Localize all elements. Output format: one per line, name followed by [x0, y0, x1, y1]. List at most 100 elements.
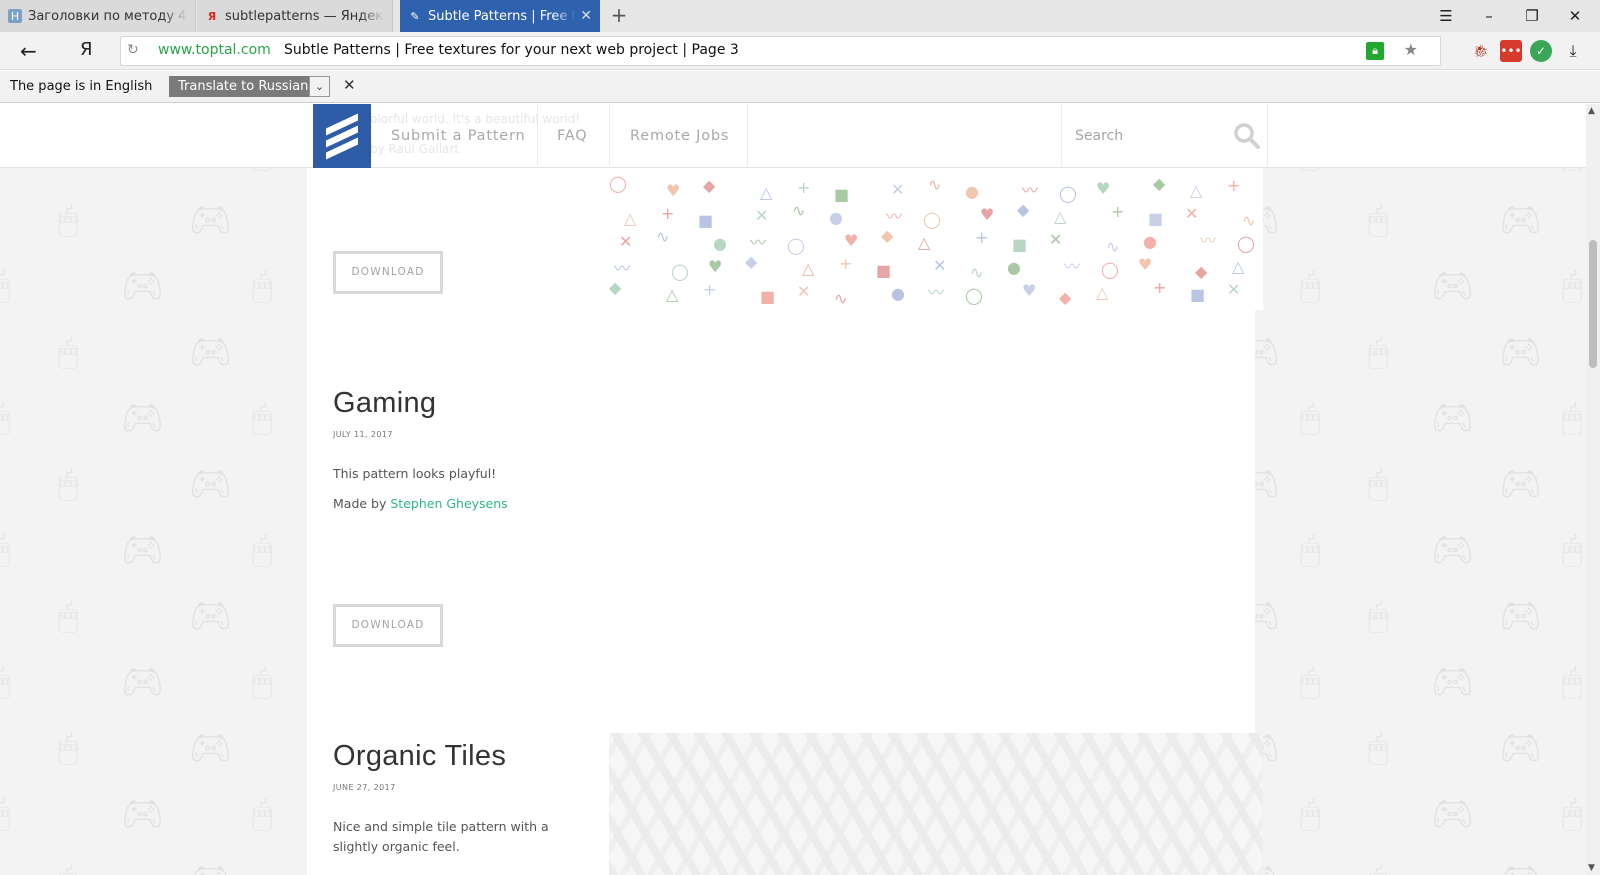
- confetti-shape: ◯: [923, 210, 941, 229]
- confetti-shape: ●: [713, 234, 727, 253]
- gamepad-pattern-glyph: 🎮︎: [189, 464, 233, 504]
- gamepad-pattern-glyph: 🎮︎: [1499, 200, 1543, 240]
- confetti-shape: 〰: [886, 207, 903, 226]
- tab-title: Заголовки по методу 4U:: [28, 8, 187, 24]
- gamepad-pattern-glyph: 🖱︎: [1368, 596, 1389, 636]
- post-organic-tiles: Organic Tiles JUNE 27, 2017 Nice and sim…: [333, 740, 573, 857]
- yandex-home-icon[interactable]: Я: [80, 39, 93, 60]
- confetti-shape: △: [1190, 181, 1203, 200]
- made-by-label: Made by: [333, 496, 387, 511]
- gamepad-pattern-glyph: 🖱︎: [0, 530, 11, 570]
- chevron-down-icon[interactable]: ⌄: [309, 76, 330, 97]
- lastpass-extension-icon[interactable]: •••: [1500, 40, 1522, 62]
- bookmark-star-icon[interactable]: ★: [1404, 40, 1418, 59]
- gamepad-pattern-glyph: 🎮︎: [1499, 728, 1543, 768]
- lock-icon[interactable]: 🔒︎: [1366, 42, 1384, 60]
- confetti-shape: ✕: [755, 206, 769, 225]
- scroll-down-arrow-icon[interactable]: ▼: [1588, 863, 1595, 873]
- translate-button[interactable]: Translate to Russian: [169, 76, 318, 97]
- gamepad-pattern-glyph: 🖱︎: [1300, 662, 1321, 702]
- translate-close-icon[interactable]: ✕: [343, 76, 356, 94]
- search-input[interactable]: [1075, 124, 1225, 148]
- confetti-shape: 〰: [1064, 257, 1081, 276]
- tab-subtle-patterns[interactable]: ✎ Subtle Patterns | Free te ✕: [400, 0, 600, 32]
- tab-yandex-search[interactable]: Я subtlepatterns — Яндекс: н: [197, 0, 393, 32]
- back-arrow-icon[interactable]: ←: [20, 39, 37, 63]
- gamepad-pattern-glyph: 🖱︎: [58, 464, 79, 504]
- gamepad-pattern-glyph: 🖱︎: [1562, 662, 1583, 702]
- confetti-shape: +: [1227, 176, 1241, 195]
- confetti-shape: ∿: [1106, 237, 1120, 256]
- organic-tiles-preview: [609, 733, 1263, 875]
- post-title[interactable]: Organic Tiles: [333, 740, 573, 773]
- confetti-shape: ◆: [745, 252, 758, 271]
- confetti-shape: ■: [1012, 235, 1028, 254]
- new-tab-button[interactable]: +: [607, 4, 631, 28]
- tab-close-icon[interactable]: ✕: [580, 8, 592, 24]
- confetti-shape: ♥: [1022, 281, 1037, 300]
- confetti-shape: +: [1111, 202, 1125, 221]
- gamepad-pattern-glyph: 🎮︎: [1431, 266, 1475, 306]
- gamepad-pattern-glyph: 🖱︎: [58, 596, 79, 636]
- translate-message: The page is in English: [10, 79, 153, 94]
- confetti-shape: ✕: [1227, 280, 1241, 299]
- author-link[interactable]: Stephen Gheysens: [390, 496, 507, 511]
- confetti-shape: ●: [829, 208, 843, 227]
- ladybug-extension-icon[interactable]: 🐞︎: [1470, 40, 1492, 62]
- adguard-extension-icon[interactable]: ✓: [1530, 40, 1552, 62]
- page-scrollbar[interactable]: ▲ ▼: [1586, 104, 1600, 875]
- nav-submit-pattern[interactable]: Submit a Pattern: [391, 104, 538, 168]
- confetti-shape: ■: [760, 287, 776, 306]
- gamepad-pattern-glyph: 🎮︎: [1431, 794, 1475, 834]
- gamepad-pattern-glyph: 🖱︎: [0, 662, 11, 702]
- confetti-shape: ◯: [1237, 234, 1255, 253]
- confetti-shape: △: [918, 233, 931, 252]
- confetti-shape: △: [802, 259, 815, 278]
- scroll-up-arrow-icon[interactable]: ▲: [1588, 106, 1595, 116]
- nav-faq[interactable]: FAQ: [538, 104, 610, 168]
- post-title[interactable]: Gaming: [333, 387, 573, 420]
- download-button[interactable]: DOWNLOAD: [333, 251, 443, 294]
- confetti-shape: ◆: [1195, 262, 1208, 281]
- h-favicon-icon: H: [8, 9, 22, 23]
- gamepad-pattern-glyph: 🖱︎: [58, 860, 78, 875]
- gamepad-pattern-glyph: 🎮︎: [1499, 332, 1543, 372]
- url-page-title: Subtle Patterns | Free textures for your…: [284, 42, 739, 58]
- post-date: JUNE 27, 2017: [333, 783, 396, 792]
- confetti-shape: ◯: [965, 286, 983, 305]
- download-button[interactable]: DOWNLOAD: [333, 604, 443, 647]
- subtle-patterns-favicon-icon: ✎: [410, 9, 420, 23]
- gamepad-pattern-glyph: 🖱︎: [1368, 464, 1389, 504]
- confetti-shape: ■: [1190, 285, 1206, 304]
- confetti-shape: △: [1232, 257, 1245, 276]
- confetti-shape: △: [666, 285, 679, 304]
- search-icon[interactable]: [1233, 122, 1261, 150]
- scrollbar-thumb[interactable]: [1589, 240, 1597, 368]
- confetti-shape: ■: [698, 211, 714, 230]
- confetti-shape: ●: [1007, 258, 1021, 277]
- restore-icon[interactable]: ❐: [1520, 4, 1544, 28]
- gamepad-pattern-glyph: 🖱︎: [1562, 530, 1583, 570]
- confetti-shape: 〰: [750, 233, 767, 252]
- window-close-icon[interactable]: ✕: [1563, 4, 1587, 28]
- menu-icon[interactable]: ☰: [1434, 4, 1458, 28]
- confetti-shape: +: [703, 280, 717, 299]
- downloads-icon[interactable]: ⤓: [1562, 40, 1584, 62]
- confetti-shape: ●: [1143, 232, 1157, 251]
- confetti-shape: ♥: [1096, 179, 1111, 198]
- confetti-shape: ∿: [1242, 211, 1256, 230]
- confetti-shape: ✕: [891, 180, 905, 199]
- tab-zagolovki[interactable]: H Заголовки по методу 4U:: [0, 0, 196, 32]
- confetti-shape: ∿: [834, 289, 848, 308]
- confetti-shape: ✕: [933, 256, 947, 275]
- omnibox[interactable]: ↻ www.toptal.com Subtle Patterns | Free …: [120, 36, 1441, 66]
- reload-icon[interactable]: ↻: [127, 42, 139, 58]
- gamepad-pattern-glyph: 🖱︎: [252, 530, 273, 570]
- browser-tab-bar: H Заголовки по методу 4U: Я subtlepatter…: [0, 0, 1600, 32]
- nav-remote-jobs[interactable]: Remote Jobs: [610, 104, 748, 168]
- confetti-shape: ◯: [609, 174, 627, 193]
- gamepad-pattern-glyph: 🎮︎: [1499, 596, 1543, 636]
- site-logo[interactable]: [313, 104, 371, 168]
- minimize-icon[interactable]: –: [1477, 4, 1501, 28]
- confetti-shape: ◯: [1101, 260, 1119, 279]
